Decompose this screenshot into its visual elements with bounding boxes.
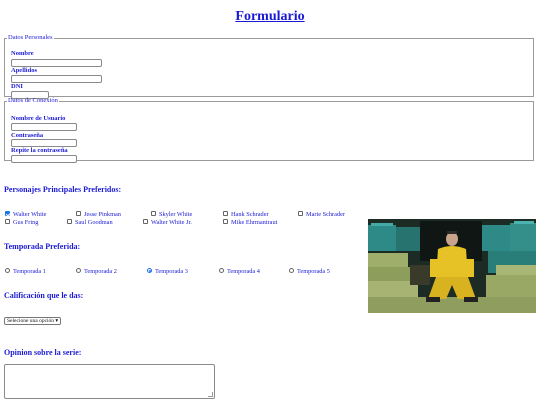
checkbox-gus-fring[interactable]: Gus Fring <box>5 219 38 226</box>
radio-temporada-3[interactable]: Temporada 3 <box>147 268 188 275</box>
radio-temporada-2[interactable]: Temporada 2 <box>76 268 117 275</box>
password-input[interactable] <box>11 139 77 147</box>
checkbox-checked-icon[interactable] <box>5 211 10 217</box>
repeat-password-input[interactable] <box>11 155 77 163</box>
nombre-input[interactable] <box>11 59 102 67</box>
repeat-password-label: Repite la contraseña <box>11 147 68 154</box>
checkbox-icon[interactable] <box>151 211 156 217</box>
checkbox-icon[interactable] <box>223 219 228 225</box>
apellidos-label: Apellidos <box>11 67 38 74</box>
checkbox-marie-schrader[interactable]: Marie Schrader <box>298 211 345 218</box>
series-image <box>368 219 536 313</box>
opinion-textarea[interactable] <box>4 364 215 399</box>
series-image-drawing <box>368 219 536 313</box>
checkbox-icon[interactable] <box>67 219 72 225</box>
checkbox-icon[interactable] <box>298 211 303 217</box>
apellidos-input[interactable] <box>11 75 102 83</box>
checkbox-walter-white[interactable]: Walter White <box>5 211 46 218</box>
page-title: Formulario <box>235 9 305 24</box>
checkbox-mike-ehrmantraut[interactable]: Mike Ehrmantraut <box>223 219 277 226</box>
checkbox-jesse-pinkman[interactable]: Jesse Pinkman <box>76 211 121 218</box>
connection-data-legend: Datos de Conexión <box>8 97 58 104</box>
connection-data-fieldset: Datos de Conexión Nombre de Usuario Cont… <box>4 97 534 163</box>
rating-heading: Calificación que le das: <box>4 291 84 300</box>
radio-icon[interactable] <box>219 268 224 274</box>
checkbox-saul-goodman[interactable]: Saul Goodman <box>67 219 113 226</box>
radio-temporada-5[interactable]: Temporada 5 <box>289 268 330 275</box>
checkbox-icon[interactable] <box>223 211 228 217</box>
resize-grip-icon[interactable] <box>208 392 213 397</box>
radio-selected-icon[interactable] <box>147 268 152 274</box>
checkbox-skyler-white[interactable]: Skyler White <box>151 211 192 218</box>
radio-icon[interactable] <box>5 268 10 274</box>
personal-data-legend: Datos Personales <box>8 34 53 41</box>
username-label: Nombre de Usuario <box>11 115 66 122</box>
dni-label: DNI <box>11 83 23 90</box>
checkbox-hank-schrader[interactable]: Hank Schrader <box>223 211 269 218</box>
checkbox-icon[interactable] <box>5 219 10 225</box>
personal-data-fieldset: Datos Personales Nombre Apellidos DNI <box>4 34 534 99</box>
radio-icon[interactable] <box>289 268 294 274</box>
radio-temporada-1[interactable]: Temporada 1 <box>5 268 46 275</box>
checkbox-icon[interactable] <box>143 219 148 225</box>
username-input[interactable] <box>11 123 77 131</box>
nombre-label: Nombre <box>11 50 34 57</box>
checkbox-walter-white-jr[interactable]: Walter White Jr. <box>143 219 192 226</box>
season-heading: Temporada Preferida: <box>4 242 81 251</box>
opinion-heading: Opinion sobre la serie: <box>4 348 82 357</box>
chevron-down-icon: ▾ <box>55 318 59 324</box>
checkbox-icon[interactable] <box>76 211 81 217</box>
radio-temporada-4[interactable]: Temporada 4 <box>219 268 260 275</box>
rating-select[interactable]: Selecione una opción ▾ <box>4 317 62 325</box>
password-label: Contraseña <box>11 132 44 139</box>
radio-icon[interactable] <box>76 268 81 274</box>
characters-heading: Personajes Principales Preferidos: <box>4 185 122 194</box>
